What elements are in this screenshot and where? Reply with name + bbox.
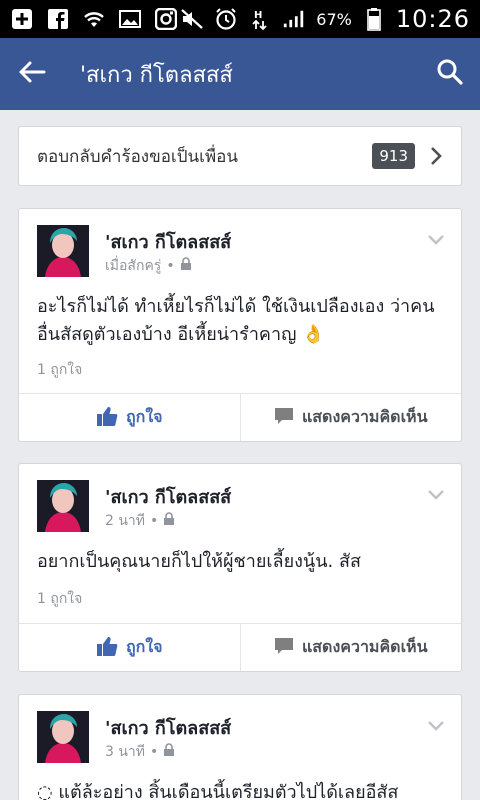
battery-icon — [362, 8, 386, 31]
post-author-name[interactable]: 'สเกว กีโตลสสส์ — [105, 713, 231, 742]
facebook-icon — [46, 8, 70, 30]
comment-button-label: แสดงความคิดเห็น — [301, 637, 428, 656]
post-options-chevron-icon[interactable] — [427, 717, 445, 731]
post-actions: ถูกใจ แสดงความคิดเห็น — [19, 393, 461, 441]
clock: 10:26 — [395, 5, 470, 33]
post-options-chevron-icon[interactable] — [427, 231, 445, 245]
back-button[interactable] — [0, 38, 64, 110]
post-like-count[interactable]: 1 ถูกใจ — [37, 359, 82, 381]
instagram-icon — [154, 8, 178, 30]
post-timestamp: เมื่อสักครู่ — [105, 258, 162, 274]
dot-separator: • — [150, 513, 159, 529]
comment-icon — [274, 636, 294, 660]
friend-requests-label: ตอบกลับคำร้องขอเป็นเพื่อน — [37, 146, 239, 167]
post-like-count[interactable]: 1 ถูกใจ — [37, 588, 82, 610]
search-icon — [436, 58, 464, 90]
friend-requests-card[interactable]: ตอบกลับคำร้องขอเป็นเพื่อน 913 — [18, 126, 462, 186]
like-button[interactable]: ถูกใจ — [19, 394, 240, 441]
friend-requests-count-badge: 913 — [372, 143, 415, 169]
chevron-right-icon — [429, 144, 447, 168]
battery-percent: 67% — [316, 9, 352, 29]
post-card: 'สเกว กีโตลสสส์ 2 นาที • อยากเป็นคุณนายก… — [18, 463, 462, 672]
data-arrows-icon: H — [248, 8, 272, 31]
comment-button[interactable]: แสดงความคิดเห็น — [239, 394, 462, 441]
avatar[interactable] — [37, 480, 89, 532]
avatar[interactable] — [37, 711, 89, 763]
add-icon — [10, 8, 34, 30]
post-card: 'สเกว กีโตลสสส์ 3 นาที • ◌ แต้ล้ะอย่าง ส… — [18, 694, 462, 800]
search-button[interactable] — [420, 38, 480, 110]
back-arrow-icon — [18, 60, 46, 88]
post-text: อยากเป็นคุณนายก็ไปให้ผู้ชายเลี้ยงนู้น. ส… — [37, 551, 361, 572]
post-text: ◌ แต้ล้ะอย่าง สิ้นเดือนนี้เตรียมตัวไปได้… — [37, 782, 399, 800]
post-actions: ถูกใจ แสดงความคิดเห็น — [19, 623, 461, 671]
lock-icon — [163, 743, 175, 761]
thumbs-up-icon — [96, 635, 118, 661]
post-timestamp: 3 นาที — [105, 744, 146, 760]
thumbs-up-icon — [96, 405, 118, 431]
post-timestamp: 2 นาที — [105, 513, 146, 529]
wifi-icon — [82, 8, 106, 30]
lock-icon — [180, 257, 192, 275]
page-title: 'สเกว กีโตลสสส์ — [80, 62, 233, 88]
image-icon — [118, 8, 142, 30]
app-bar: 'สเกว กีโตลสสส์ — [0, 38, 480, 110]
post-options-chevron-icon[interactable] — [427, 486, 445, 500]
signal-icon — [282, 8, 306, 30]
avatar[interactable] — [37, 225, 89, 277]
post-card: 'สเกว กีโตลสสส์ เมื่อสักครู่ • อะไรก็ไม่… — [18, 208, 462, 442]
lock-icon — [163, 512, 175, 530]
comment-button[interactable]: แสดงความคิดเห็น — [239, 624, 462, 671]
dot-separator: • — [166, 258, 175, 274]
mute-icon — [180, 8, 204, 30]
comment-icon — [274, 406, 294, 430]
like-button-label: ถูกใจ — [125, 637, 163, 656]
status-bar: H 67% 10:26 — [0, 0, 480, 38]
alarm-icon — [214, 8, 238, 30]
comment-button-label: แสดงความคิดเห็น — [301, 407, 428, 426]
like-button-label: ถูกใจ — [125, 407, 163, 426]
svg-text:H: H — [254, 10, 262, 21]
post-author-name[interactable]: 'สเกว กีโตลสสส์ — [105, 227, 231, 256]
dot-separator: • — [150, 744, 159, 760]
post-text: อะไรก็ไม่ได้ ทำเหี้ยไรก็ไม่ได้ ใช้เงินเป… — [37, 296, 435, 345]
like-button[interactable]: ถูกใจ — [19, 624, 240, 671]
post-author-name[interactable]: 'สเกว กีโตลสสส์ — [105, 482, 231, 511]
